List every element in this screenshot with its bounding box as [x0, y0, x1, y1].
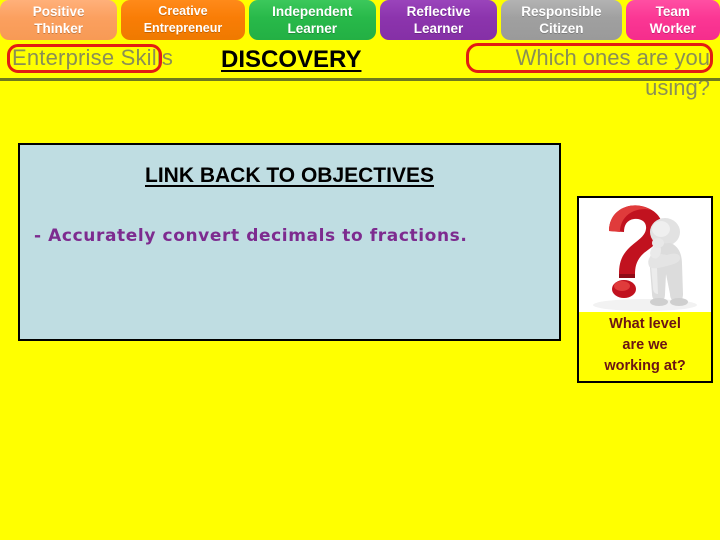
skill-tab-team-worker[interactable]: Team Worker — [625, 0, 720, 40]
skill-tab-label-line2: Thinker — [34, 21, 84, 36]
question-mark-thinker-image — [579, 198, 711, 312]
skill-tab-positive-thinker[interactable]: Positive Thinker — [0, 0, 118, 40]
objectives-panel: LINK BACK TO OBJECTIVES - Accurately con… — [18, 143, 561, 341]
enterprise-skills-highlight-box — [7, 44, 162, 73]
skills-banner: Positive Thinker Creative Entrepreneur I… — [0, 0, 720, 40]
what-level-caption-line2: are we — [622, 337, 668, 353]
what-level-caption-line1: What level — [609, 316, 681, 332]
objective-item: - Accurately convert decimals to fractio… — [34, 226, 468, 246]
skill-tab-label-line1: Independent — [272, 4, 353, 19]
skill-tab-independent-learner[interactable]: Independent Learner — [248, 0, 376, 40]
thinking-person-figure — [648, 218, 688, 306]
skill-tab-label-line2: Learner — [413, 21, 464, 36]
question-mark-icon — [593, 205, 697, 311]
skill-tab-creative-entrepreneur[interactable]: Creative Entrepreneur — [121, 0, 245, 40]
skill-tab-label-line2: Entrepreneur — [143, 21, 223, 35]
header-divider-rule — [0, 78, 720, 81]
which-ones-highlight-box — [466, 43, 713, 73]
skill-tab-responsible-citizen[interactable]: Responsible Citizen — [501, 0, 622, 40]
what-level-question-panel: What level are we working at? — [577, 196, 713, 383]
skill-tab-label-line1: Reflective — [406, 4, 471, 19]
objectives-panel-title: LINK BACK TO OBJECTIVES — [145, 164, 434, 187]
skill-tab-label-line2: Citizen — [539, 21, 584, 36]
skill-tab-label-line1: Responsible — [521, 4, 602, 19]
skill-tab-label-line1: Team — [655, 4, 690, 19]
skill-tab-label-line1: Creative — [158, 4, 208, 18]
what-level-caption-line3: working at? — [604, 358, 686, 374]
skill-tab-label-line2: Worker — [649, 21, 696, 36]
what-level-caption: What level are we working at? — [579, 314, 711, 377]
skill-tab-label-line2: Learner — [287, 21, 338, 36]
skill-tab-label-line1: Positive — [32, 4, 85, 19]
discovery-title: DISCOVERY — [221, 46, 362, 73]
skill-tab-reflective-learner[interactable]: Reflective Learner — [379, 0, 498, 40]
